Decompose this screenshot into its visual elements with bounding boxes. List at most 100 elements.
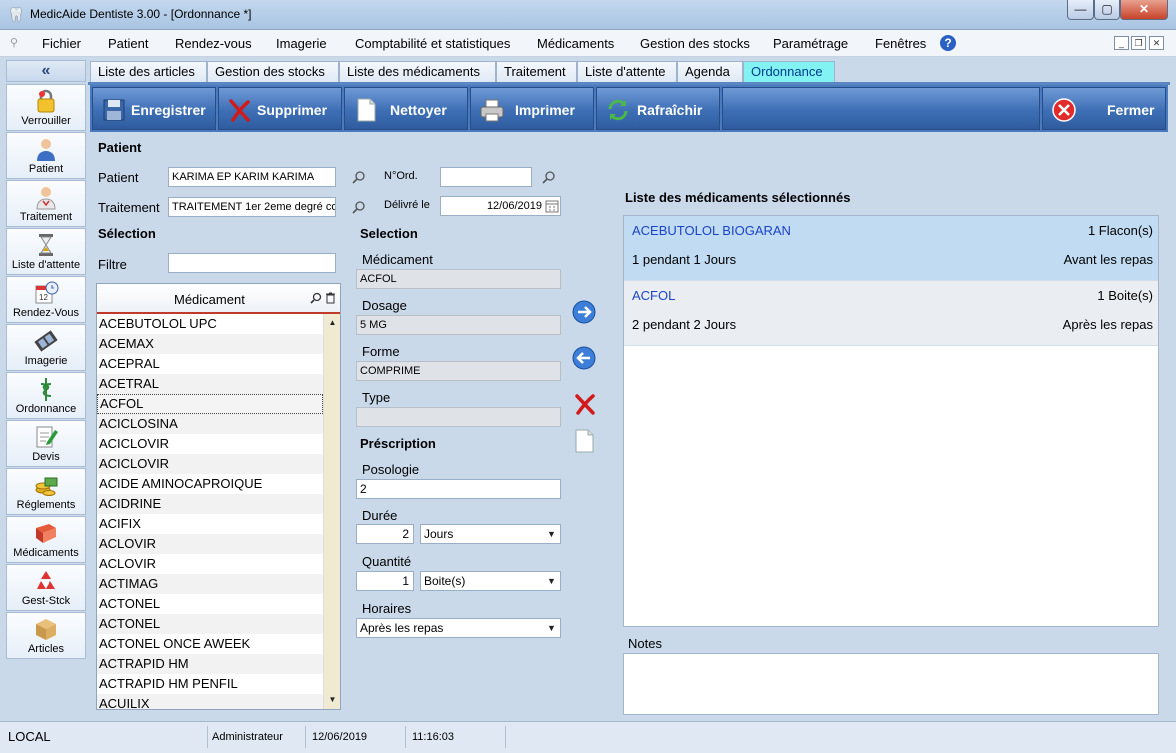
mdi-close-button[interactable]: ✕ — [1149, 36, 1164, 50]
filter-input[interactable] — [168, 253, 336, 273]
close-window-button[interactable]: ✕ — [1120, 0, 1168, 20]
menu-gestion-stocks[interactable]: Gestion des stocks — [640, 36, 750, 51]
sidebar-item-label: Rendez-Vous — [12, 307, 80, 319]
print-button[interactable]: Imprimer — [470, 87, 594, 130]
table-row[interactable]: ACEMAX — [97, 334, 323, 354]
tab-liste-articles[interactable]: Liste des articles — [90, 61, 207, 83]
list-item[interactable]: ACFOL 1 Boite(s) 2 pendant 2 Jours Après… — [624, 281, 1158, 346]
table-row[interactable]: ACFOL — [97, 394, 323, 414]
posology-input[interactable]: 2 — [356, 479, 561, 499]
menu-comptabilite[interactable]: Comptabilité et statistiques — [355, 36, 510, 51]
sidebar-item-medicaments[interactable]: Médicaments — [6, 516, 86, 563]
table-row[interactable]: ACIDE AMINOCAPROIQUE — [97, 474, 323, 494]
delivered-date-field[interactable]: 12/06/2019 — [440, 196, 561, 216]
menu-fenetres[interactable]: Fenêtres — [875, 36, 926, 51]
table-row[interactable]: ACLOVIR — [97, 534, 323, 554]
table-row[interactable]: ACICLOVIR — [97, 434, 323, 454]
mdi-restore-button[interactable]: ❐ — [1131, 36, 1146, 50]
add-arrow-icon[interactable] — [571, 299, 597, 325]
help-icon[interactable]: ? — [940, 35, 956, 51]
sidebar-item-ordonnance[interactable]: Ordonnance — [6, 372, 86, 419]
tab-agenda[interactable]: Agenda — [677, 61, 743, 83]
sidebar-item-reglements[interactable]: Réglements — [6, 468, 86, 515]
menu-bar: ⚲ Fichier Patient Rendez-vous Imagerie C… — [0, 30, 1176, 57]
print-label: Imprimer — [515, 102, 575, 118]
table-row[interactable]: ACTRAPID HM — [97, 654, 323, 674]
clear-button[interactable]: Nettoyer — [344, 87, 468, 130]
refresh-button[interactable]: Rafraîchir — [596, 87, 720, 130]
notes-textarea[interactable] — [623, 653, 1159, 715]
sidebar-item-rendez-vous[interactable]: 12 Rendez-Vous — [6, 276, 86, 323]
menu-fichier[interactable]: Fichier — [42, 36, 81, 51]
save-button[interactable]: Enregistrer — [92, 87, 216, 130]
close-button[interactable]: Fermer — [1042, 87, 1166, 130]
tab-ordonnance[interactable]: Ordonnance — [743, 61, 835, 83]
medication-column-header[interactable]: Médicament — [97, 284, 340, 314]
maximize-button[interactable]: ▢ — [1094, 0, 1120, 20]
scroll-down-icon[interactable]: ▼ — [324, 693, 340, 707]
duration-input[interactable]: 2 — [356, 524, 414, 544]
menu-imagerie[interactable]: Imagerie — [276, 36, 327, 51]
scroll-up-icon[interactable]: ▲ — [324, 316, 340, 330]
blank-page-icon[interactable] — [572, 428, 598, 454]
menu-parametrage[interactable]: Paramétrage — [773, 36, 848, 51]
table-row[interactable]: ACEPRAL — [97, 354, 323, 374]
table-row[interactable]: ACTRAPID HM PENFIL — [97, 674, 323, 694]
table-row[interactable]: ACETRAL — [97, 374, 323, 394]
minimize-button[interactable]: — — [1067, 0, 1094, 20]
sidebar-item-verrouiller[interactable]: Verrouiller — [6, 84, 86, 131]
table-row[interactable]: ACTONEL — [97, 594, 323, 614]
remove-arrow-icon[interactable] — [571, 345, 597, 371]
sidebar-item-devis[interactable]: Devis — [6, 420, 86, 467]
sidebar-item-gest-stck[interactable]: Gest-Stck — [6, 564, 86, 611]
search-icon[interactable] — [310, 292, 322, 304]
tab-liste-attente[interactable]: Liste d'attente — [577, 61, 677, 83]
mdi-minimize-button[interactable]: _ — [1114, 36, 1129, 50]
table-row[interactable]: ACICLOSINA — [97, 414, 323, 434]
table-row[interactable]: ACUILIX — [97, 694, 323, 709]
table-row[interactable]: ACICLOVIR — [97, 454, 323, 474]
dosage-label: Dosage — [362, 298, 407, 313]
delete-button[interactable]: Supprimer — [218, 87, 342, 130]
tab-traitement[interactable]: Traitement — [496, 61, 577, 83]
schedule-select[interactable]: Après les repas ▼ — [356, 618, 561, 638]
patient-field[interactable]: KARIMA EP KARIM KARIMA — [168, 167, 336, 187]
chevron-down-icon[interactable]: ▼ — [543, 572, 560, 590]
menu-patient[interactable]: Patient — [108, 36, 148, 51]
table-row[interactable]: ACTONEL — [97, 614, 323, 634]
ord-number-field[interactable] — [440, 167, 532, 187]
table-row[interactable]: ACEBUTOLOL UPC — [97, 314, 323, 334]
search-icon[interactable] — [352, 170, 366, 184]
tab-gestion-stocks[interactable]: Gestion des stocks — [207, 61, 339, 83]
table-row[interactable]: ACLOVIR — [97, 554, 323, 574]
sidebar-item-imagerie[interactable]: Imagerie — [6, 324, 86, 371]
tooth-icon[interactable]: ⚲ — [10, 36, 18, 49]
sidebar-item-articles[interactable]: Articles — [6, 612, 86, 659]
quantity-unit-select[interactable]: Boite(s) ▼ — [420, 571, 561, 591]
quantity-label: Quantité — [362, 554, 412, 569]
table-row[interactable]: ACIDRINE — [97, 494, 323, 514]
sidebar-item-traitement[interactable]: Traitement — [6, 180, 86, 227]
search-icon[interactable] — [542, 170, 556, 184]
tab-liste-medicaments[interactable]: Liste des médicaments — [339, 61, 496, 83]
table-row[interactable]: ACTIMAG — [97, 574, 323, 594]
medicament-label: Médicament — [362, 252, 433, 267]
table-row[interactable]: ACIFIX — [97, 514, 323, 534]
chevron-down-icon[interactable]: ▼ — [543, 619, 560, 637]
treatment-field[interactable]: TRAITEMENT 1er 2eme degré co — [168, 197, 336, 217]
medication-list-scrollbar[interactable]: ▲ ▼ — [323, 314, 340, 709]
sidebar-item-patient[interactable]: Patient — [6, 132, 86, 179]
duration-unit-select[interactable]: Jours ▼ — [420, 524, 561, 544]
chevron-down-icon[interactable]: ▼ — [543, 525, 560, 543]
calendar-icon[interactable] — [545, 199, 559, 213]
search-icon[interactable] — [352, 200, 366, 214]
delete-x-icon[interactable] — [572, 391, 598, 417]
collapse-sidebar-button[interactable]: « — [6, 60, 86, 82]
table-row[interactable]: ACTONEL ONCE AWEEK — [97, 634, 323, 654]
sidebar-item-liste-attente[interactable]: Liste d'attente — [6, 228, 86, 275]
menu-medicaments[interactable]: Médicaments — [537, 36, 614, 51]
quantity-input[interactable]: 1 — [356, 571, 414, 591]
menu-rendez-vous[interactable]: Rendez-vous — [175, 36, 252, 51]
trash-icon[interactable] — [325, 292, 336, 304]
list-item[interactable]: ACEBUTOLOL BIOGARAN 1 Flacon(s) 1 pendan… — [624, 216, 1158, 281]
